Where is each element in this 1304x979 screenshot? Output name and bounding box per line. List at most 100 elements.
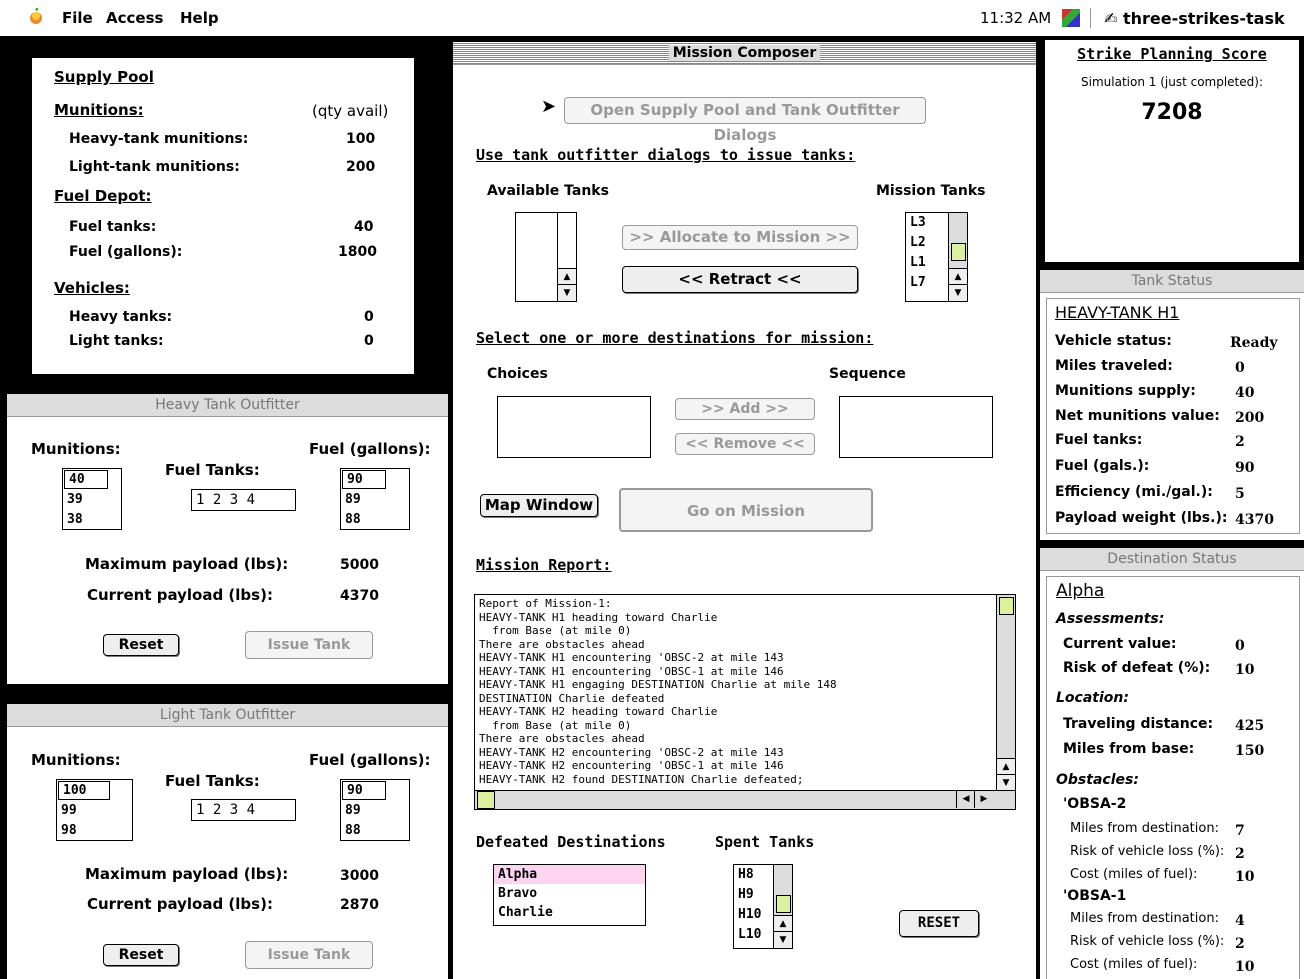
scroll-thumb[interactable] — [776, 895, 791, 913]
list-item[interactable]: 90 — [342, 470, 386, 489]
scrollbar[interactable]: ▲ ▼ — [948, 213, 967, 301]
choices-list[interactable] — [497, 396, 651, 458]
list-item[interactable]: 100 — [58, 781, 110, 800]
scrollbar[interactable]: ▲ ▼ — [557, 213, 576, 301]
fuel-gallons-list[interactable]: 90 89 88 — [340, 468, 410, 530]
defeated-destinations-list[interactable]: Alpha Bravo Charlie — [493, 864, 646, 926]
report-line: DESTINATION Charlie defeated — [479, 691, 665, 705]
munitions-list[interactable]: 40 39 38 — [62, 468, 122, 530]
scroll-down-icon[interactable]: ▼ — [997, 774, 1015, 791]
obstacle-distance-label: Miles from destination: — [1070, 821, 1219, 836]
list-item[interactable]: 88 — [341, 821, 409, 841]
horizontal-scrollbar[interactable]: ◀ ▶ — [475, 790, 1015, 809]
obstacle-distance-value: 4 — [1235, 913, 1245, 929]
miles-traveled-value: 0 — [1235, 360, 1245, 376]
scroll-up-icon[interactable]: ▲ — [558, 268, 576, 285]
miles-from-base-label: Miles from base: — [1063, 741, 1195, 757]
mission-tanks-list[interactable]: L3 L2 L1 L7 ▲ ▼ — [905, 212, 968, 302]
list-item[interactable]: 88 — [341, 510, 409, 530]
supply-pool-title: Supply Pool — [54, 68, 154, 86]
menu-file[interactable]: File — [62, 9, 93, 27]
add-button[interactable]: >> Add >> — [675, 398, 815, 420]
report-line: from Base (at mile 0) — [479, 624, 632, 637]
munitions-list[interactable]: 100 99 98 — [56, 779, 133, 841]
remove-button[interactable]: << Remove << — [675, 433, 815, 455]
scroll-up-icon[interactable]: ▲ — [997, 758, 1015, 775]
list-item[interactable]: 90 — [342, 781, 386, 800]
issue-tank-button[interactable]: Issue Tank — [245, 941, 373, 969]
list-item[interactable]: 99 — [57, 801, 132, 821]
fuel-tanks-value: 40 — [354, 219, 374, 235]
fuel-tanks-selector[interactable]: 1 2 3 4 — [191, 489, 296, 511]
scroll-thumb[interactable] — [951, 243, 966, 261]
net-munitions-value: 200 — [1235, 410, 1265, 426]
reset-all-button[interactable]: RESET — [899, 910, 979, 937]
list-item[interactable]: 39 — [63, 490, 121, 510]
composer-titlebar[interactable]: Mission Composer — [453, 42, 1036, 65]
retract-button[interactable]: << Retract << — [622, 266, 858, 293]
list-item[interactable]: 89 — [341, 490, 409, 510]
fuel-tank-option[interactable]: 4 — [247, 802, 255, 818]
fuel-gallons-list[interactable]: 90 89 88 — [340, 779, 410, 841]
scroll-left-icon[interactable]: ◀ — [956, 791, 975, 808]
scrollbar[interactable]: ▲ ▼ — [773, 865, 792, 948]
pointer-cursor-icon: ➤ — [541, 96, 557, 117]
list-item[interactable]: 40 — [64, 470, 108, 489]
tank-status-titlebar[interactable]: Tank Status — [1040, 270, 1304, 293]
scroll-down-icon[interactable]: ▼ — [949, 284, 967, 301]
list-item[interactable]: 89 — [341, 801, 409, 821]
scroll-up-icon[interactable]: ▲ — [774, 915, 792, 932]
list-item[interactable]: Charlie — [494, 903, 645, 922]
issue-tank-button[interactable]: Issue Tank — [245, 631, 373, 659]
allocate-button[interactable]: >> Allocate to Mission >> — [622, 225, 858, 250]
vertical-scrollbar[interactable]: ▲ ▼ — [996, 595, 1015, 791]
reset-button[interactable]: Reset — [103, 634, 179, 656]
scroll-up-icon[interactable]: ▲ — [949, 268, 967, 285]
sequence-list[interactable] — [839, 396, 993, 458]
apple-menu-icon[interactable] — [28, 7, 44, 25]
application-menu[interactable]: ✍ three-strikes-task — [1104, 9, 1285, 28]
fuel-tank-option[interactable]: 1 — [196, 492, 204, 508]
fuel-tank-option[interactable]: 3 — [230, 802, 238, 818]
light-outfitter-titlebar[interactable]: Light Tank Outfitter — [7, 704, 448, 727]
heavy-outfitter-titlebar[interactable]: Heavy Tank Outfitter — [7, 394, 448, 417]
destination-status-titlebar[interactable]: Destination Status — [1040, 548, 1304, 571]
scroll-down-icon[interactable]: ▼ — [558, 284, 576, 301]
scroll-thumb[interactable] — [477, 791, 495, 809]
app-switcher-icon[interactable] — [1062, 9, 1080, 27]
fuel-tank-option[interactable]: 2 — [213, 802, 221, 818]
scroll-down-icon[interactable]: ▼ — [774, 931, 792, 948]
current-value-value: 0 — [1235, 638, 1245, 654]
available-tanks-list[interactable]: ▲ ▼ — [515, 212, 577, 302]
open-dialogs-button[interactable]: Open Supply Pool and Tank Outfitter Dial… — [564, 97, 926, 144]
menu-access[interactable]: Access — [106, 9, 163, 27]
supply-pool-window: Supply Pool Munitions: (qty avail) Heavy… — [32, 58, 414, 374]
mission-report-text[interactable]: Report of Mission-1: HEAVY-TANK H1 headin… — [474, 594, 1016, 810]
current-payload-label: Current payload (lbs): — [87, 586, 273, 604]
list-item[interactable]: 98 — [57, 821, 132, 841]
obstacle-distance-value: 7 — [1235, 823, 1245, 839]
map-window-button[interactable]: Map Window — [480, 494, 598, 517]
fuel-gals-label: Fuel (gals.): — [1055, 458, 1150, 474]
fuel-tank-option[interactable]: 3 — [230, 492, 238, 508]
scroll-thumb[interactable] — [999, 597, 1014, 615]
fuel-tank-option[interactable]: 1 — [196, 802, 204, 818]
list-item[interactable]: Bravo — [494, 884, 645, 903]
fuel-tanks-selector[interactable]: 1 2 3 4 — [191, 799, 296, 821]
munitions-supply-label: Munitions supply: — [1055, 383, 1196, 399]
score-value: 7208 — [1141, 100, 1203, 125]
fuel-tank-option[interactable]: 2 — [213, 492, 221, 508]
report-line: There are obstacles ahead — [479, 732, 645, 745]
fuel-tanks-label: Fuel Tanks: — [165, 772, 260, 790]
reset-button[interactable]: Reset — [103, 944, 179, 966]
list-item[interactable]: 38 — [63, 510, 121, 530]
menu-help[interactable]: Help — [180, 9, 219, 27]
heavy-tanks-label: Heavy tanks: — [69, 309, 173, 325]
fuel-tank-option[interactable]: 4 — [247, 492, 255, 508]
scroll-right-icon[interactable]: ▶ — [974, 791, 993, 808]
go-on-mission-button[interactable]: Go on Mission — [619, 488, 873, 532]
fuel-gallons-label: Fuel (gallons): — [309, 751, 431, 769]
list-item[interactable]: Alpha — [494, 865, 645, 884]
spent-tanks-list[interactable]: H8 H9 H10 L10 ▲ ▼ — [733, 864, 793, 949]
miles-from-base-value: 150 — [1235, 743, 1265, 759]
